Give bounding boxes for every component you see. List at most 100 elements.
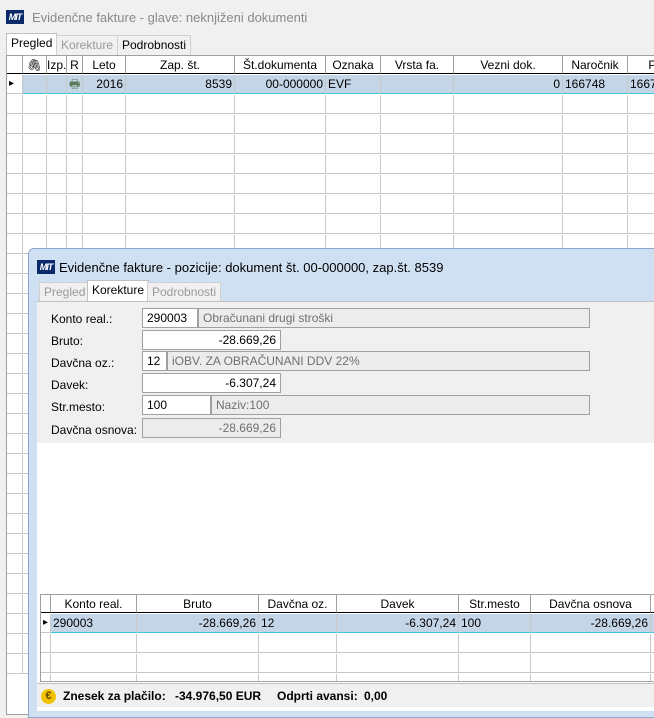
column-header[interactable]: Davek (337, 595, 459, 613)
empty-cell[interactable] (83, 95, 126, 114)
empty-cell[interactable] (381, 115, 454, 134)
positions-grid[interactable]: Konto real. Bruto Davčna oz. Davek Str.mesto… (40, 594, 654, 682)
empty-cell[interactable] (326, 135, 381, 154)
empty-cell[interactable] (563, 115, 628, 134)
konto-input[interactable]: 290003 (142, 308, 198, 328)
column-header[interactable]: Davčna osnova (531, 595, 651, 613)
empty-cell[interactable] (381, 215, 454, 234)
empty-cell[interactable] (7, 395, 23, 414)
empty-cell[interactable] (628, 195, 654, 214)
empty-cell[interactable] (7, 555, 23, 574)
table-cell[interactable]: ▸ (7, 75, 23, 94)
empty-cell[interactable] (23, 135, 47, 154)
empty-cell[interactable] (563, 155, 628, 174)
table-cell[interactable]: 2016 (83, 75, 126, 94)
empty-cell[interactable] (41, 654, 51, 673)
empty-cell[interactable] (454, 115, 563, 134)
empty-cell[interactable] (47, 155, 67, 174)
empty-cell[interactable] (7, 135, 23, 154)
empty-cell[interactable] (137, 634, 259, 653)
empty-cell[interactable] (326, 195, 381, 214)
empty-cell[interactable] (126, 195, 235, 214)
empty-cell[interactable] (628, 95, 654, 114)
empty-cell[interactable] (67, 115, 83, 134)
empty-cell[interactable] (67, 195, 83, 214)
empty-cell[interactable] (7, 455, 23, 474)
empty-cell[interactable] (235, 175, 326, 194)
empty-cell[interactable] (7, 475, 23, 494)
column-header[interactable]: Vrsta fa. (381, 56, 454, 74)
empty-cell[interactable] (137, 674, 259, 681)
empty-cell[interactable] (23, 175, 47, 194)
empty-cell[interactable] (259, 654, 337, 673)
empty-cell[interactable] (563, 195, 628, 214)
empty-cell[interactable] (531, 654, 651, 673)
empty-cell[interactable] (381, 95, 454, 114)
empty-cell[interactable] (51, 634, 137, 653)
table-cell[interactable]: 0 (454, 75, 563, 94)
empty-cell[interactable] (7, 235, 23, 254)
attachment-icon[interactable]: 🖇 (23, 56, 47, 74)
empty-cell[interactable] (47, 115, 67, 134)
empty-cell[interactable] (459, 674, 531, 681)
empty-cell[interactable] (563, 175, 628, 194)
empty-cell[interactable] (235, 135, 326, 154)
bruto-input[interactable]: -28.669,26 (142, 330, 281, 350)
empty-cell[interactable] (628, 115, 654, 134)
empty-cell[interactable] (126, 95, 235, 114)
empty-cell[interactable] (454, 175, 563, 194)
table-cell[interactable]: 166748 (563, 75, 628, 94)
empty-cell[interactable] (326, 95, 381, 114)
table-cell[interactable]: ▸ (41, 614, 51, 633)
empty-cell[interactable] (628, 215, 654, 234)
empty-cell[interactable] (7, 255, 23, 274)
empty-cell[interactable] (7, 295, 23, 314)
empty-cell[interactable] (563, 135, 628, 154)
empty-cell[interactable] (235, 115, 326, 134)
column-header[interactable]: Naročnik (563, 56, 628, 74)
table-cell[interactable]: 1667 (628, 75, 654, 94)
empty-cell[interactable] (7, 575, 23, 594)
empty-cell[interactable] (7, 615, 23, 634)
column-header[interactable]: Vezni dok. (454, 56, 563, 74)
column-header[interactable] (41, 595, 51, 613)
tab-korekture[interactable]: Korekture (56, 35, 119, 55)
empty-cell[interactable] (628, 135, 654, 154)
empty-cell[interactable] (531, 674, 651, 681)
column-header[interactable]: Pla (628, 56, 654, 74)
column-header[interactable] (7, 56, 23, 74)
empty-cell[interactable] (337, 674, 459, 681)
table-cell[interactable]: 8539 (126, 75, 235, 94)
empty-cell[interactable] (23, 215, 47, 234)
empty-cell[interactable] (531, 634, 651, 653)
table-cell[interactable] (381, 75, 454, 94)
empty-cell[interactable] (83, 155, 126, 174)
empty-cell[interactable] (41, 674, 51, 681)
empty-cell[interactable] (67, 135, 83, 154)
empty-cell[interactable] (454, 155, 563, 174)
printer-icon[interactable]: 🖶 (67, 75, 83, 94)
table-cell[interactable]: 12 (259, 614, 337, 633)
empty-cell[interactable] (47, 215, 67, 234)
empty-cell[interactable] (51, 654, 137, 673)
empty-cell[interactable] (563, 215, 628, 234)
empty-cell[interactable] (7, 215, 23, 234)
table-cell[interactable]: -28.669,26 (137, 614, 259, 633)
empty-cell[interactable] (563, 95, 628, 114)
empty-cell[interactable] (83, 135, 126, 154)
empty-cell[interactable] (47, 195, 67, 214)
empty-cell[interactable] (23, 115, 47, 134)
empty-cell[interactable] (7, 195, 23, 214)
empty-cell[interactable] (83, 115, 126, 134)
empty-cell[interactable] (83, 195, 126, 214)
empty-cell[interactable] (326, 115, 381, 134)
tab-pregled[interactable]: Pregled (39, 282, 91, 302)
column-header[interactable]: Zap. št. (126, 56, 235, 74)
empty-cell[interactable] (67, 155, 83, 174)
empty-cell[interactable] (67, 215, 83, 234)
table-cell[interactable]: 100 (459, 614, 531, 633)
table-cell[interactable]: -28.669,26 (531, 614, 651, 633)
table-cell[interactable]: 290003 (51, 614, 137, 633)
column-header[interactable]: Oznaka (326, 56, 381, 74)
davek-input[interactable]: -6.307,24 (142, 373, 281, 393)
